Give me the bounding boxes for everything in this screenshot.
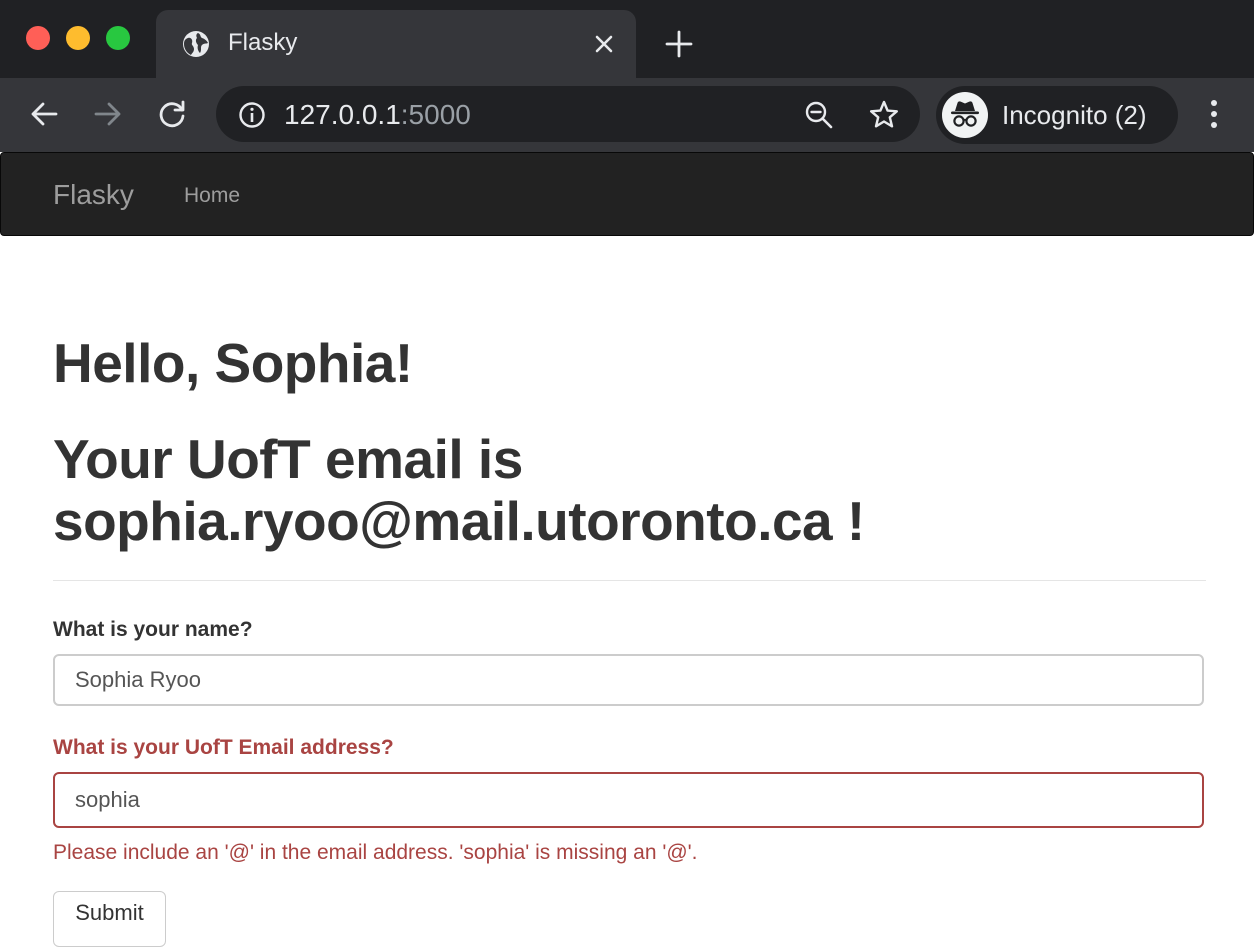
url-host: 127.0.0.1 bbox=[284, 99, 401, 130]
page-header-divider bbox=[53, 580, 1206, 581]
name-label: What is your name? bbox=[53, 618, 253, 641]
reload-icon[interactable] bbox=[156, 98, 188, 130]
browser-tab[interactable]: Flasky bbox=[156, 10, 636, 78]
site-navbar: Flasky Home bbox=[0, 152, 1254, 236]
close-tab-icon[interactable] bbox=[592, 32, 616, 56]
email-error-message: Please include an '@' in the email addre… bbox=[53, 841, 698, 864]
profile-button[interactable]: Incognito (2) bbox=[936, 86, 1178, 144]
submit-button[interactable]: Submit bbox=[53, 891, 166, 947]
url-port: :5000 bbox=[400, 99, 471, 130]
forward-arrow-icon[interactable] bbox=[92, 98, 124, 130]
address-bar[interactable]: 127.0.0.1:5000 bbox=[216, 86, 920, 142]
nav-link-home[interactable]: Home bbox=[184, 184, 240, 208]
email-label: What is your UofT Email address? bbox=[53, 736, 394, 759]
browser-tab-strip: Flasky bbox=[0, 0, 1254, 78]
profile-label: Incognito (2) bbox=[1002, 100, 1147, 130]
new-tab-icon[interactable] bbox=[664, 29, 694, 59]
globe-icon bbox=[182, 30, 210, 58]
window-close-button[interactable] bbox=[26, 26, 50, 50]
browser-toolbar: 127.0.0.1:5000 Incognito (2) bbox=[0, 78, 1254, 152]
back-arrow-icon[interactable] bbox=[28, 98, 60, 130]
window-minimize-button[interactable] bbox=[66, 26, 90, 50]
greeting-heading: Hello, Sophia! bbox=[53, 332, 413, 394]
navbar-brand[interactable]: Flasky bbox=[53, 179, 134, 211]
url-text: 127.0.0.1:5000 bbox=[284, 99, 471, 131]
tab-title: Flasky bbox=[228, 29, 298, 56]
email-input[interactable] bbox=[53, 772, 1204, 828]
info-icon[interactable] bbox=[238, 101, 266, 129]
bookmark-star-icon[interactable] bbox=[868, 99, 900, 131]
more-vertical-icon[interactable] bbox=[1200, 98, 1228, 130]
name-input[interactable] bbox=[53, 654, 1204, 706]
zoom-out-icon[interactable] bbox=[804, 100, 834, 130]
email-heading: Your UofT email is sophia.ryoo@mail.utor… bbox=[53, 428, 865, 552]
incognito-icon bbox=[942, 92, 988, 138]
window-zoom-button[interactable] bbox=[106, 26, 130, 50]
